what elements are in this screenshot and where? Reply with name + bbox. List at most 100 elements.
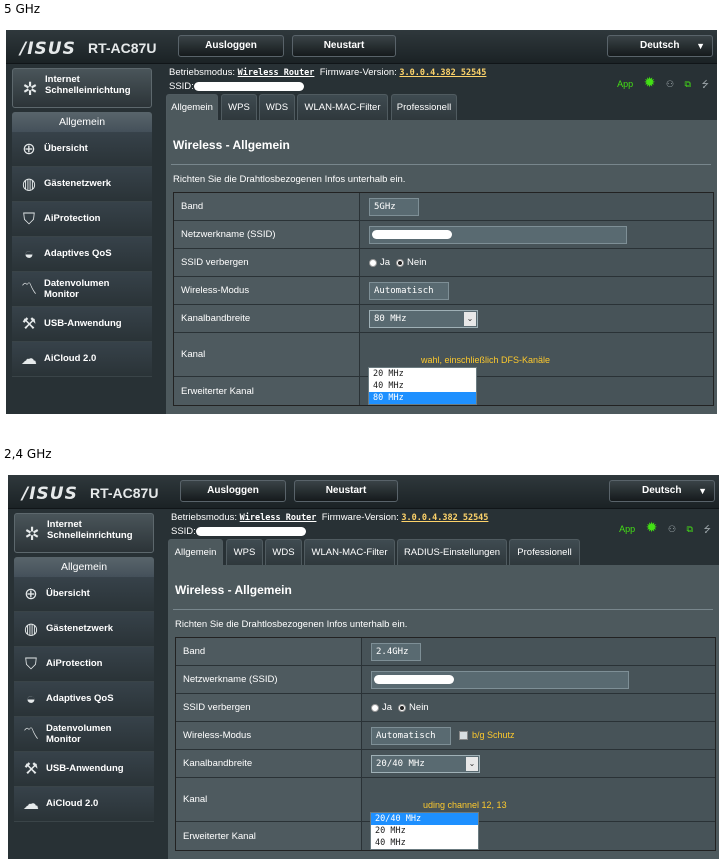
quick-internet-setup-button[interactable]: ✲ Internet Schnelleinrichtung xyxy=(14,513,154,553)
wand-icon: ✲ xyxy=(24,524,40,544)
tab-professionell[interactable]: Professionell xyxy=(509,539,580,565)
sidebar-item-aicloud[interactable]: ☁ AiCloud 2.0 xyxy=(14,787,154,822)
tab-professionell[interactable]: Professionell xyxy=(391,94,457,120)
nav-list: ⊕ Übersicht ◍ Gästenetzwerk ⛉ AiProtection … xyxy=(14,577,154,822)
router-info: Betriebsmodus: Wireless Router Firmware-… xyxy=(169,66,486,93)
chevron-down-icon[interactable]: ⌄ xyxy=(466,756,478,771)
dropdown-option[interactable]: 40 MHz xyxy=(371,837,478,849)
dropdown-option[interactable]: 20/40 MHz xyxy=(371,813,478,825)
row-bandwidth: Kanalbandbreite 80 MHz ⌄ xyxy=(174,305,713,333)
users-icon[interactable]: ⚇ xyxy=(668,524,676,534)
map-icon: ⊕ xyxy=(22,141,36,158)
hide-ssid-yes-radio[interactable] xyxy=(371,703,379,712)
dropdown-option[interactable]: 40 MHz xyxy=(369,380,476,392)
app-link[interactable]: App xyxy=(619,524,635,534)
sidebar-item-traffic-monitor[interactable]: 〽 Datenvolumen Monitor xyxy=(14,717,154,752)
bg-protection-checkbox[interactable] xyxy=(459,730,468,740)
dropdown-option[interactable]: 80 MHz xyxy=(369,392,476,404)
usb-status-icon[interactable]: ⭍ xyxy=(702,79,710,89)
sidebar-item-adaptive-qos[interactable]: ◒ Adaptives QoS xyxy=(14,682,154,717)
bandwidth-select[interactable]: 80 MHz ⌄ xyxy=(369,309,478,328)
ssid-label: SSID: xyxy=(169,81,194,92)
network-icon[interactable]: ⧉ xyxy=(687,524,693,534)
users-icon[interactable]: ⚇ xyxy=(666,79,674,89)
divider xyxy=(171,164,711,165)
sidebar-item-usb-application[interactable]: ⚒ USB-Anwendung xyxy=(12,307,152,342)
tab-allgemein[interactable]: Allgemein xyxy=(168,539,223,565)
band-value: 5GHz xyxy=(369,197,419,216)
sidebar-item-usb-application[interactable]: ⚒ USB-Anwendung xyxy=(14,752,154,787)
tab-allgemein[interactable]: Allgemein xyxy=(166,94,218,120)
hide-ssid-no-label: Nein xyxy=(409,702,429,713)
gear-icon[interactable]: ✹ xyxy=(646,519,658,535)
top-bar: /ISUS RT-AC87U Ausloggen Neustart Deutsc… xyxy=(8,475,719,509)
tab-wlan-mac-filter[interactable]: WLAN-MAC-Filter xyxy=(297,94,388,120)
hide-ssid-no-radio[interactable] xyxy=(396,258,405,267)
tab-wps[interactable]: WPS xyxy=(226,539,263,565)
firmware-link[interactable]: 3.0.0.4.382_52545 xyxy=(401,513,488,523)
sidebar-item-label: Datenvolumen Monitor xyxy=(44,278,110,300)
firmware-label: Firmware-Version: xyxy=(321,512,399,523)
dropdown-option[interactable]: 20 MHz xyxy=(369,368,476,380)
hide-ssid-no-label: Nein xyxy=(407,257,427,268)
sidebar-item-overview[interactable]: ⊕ Übersicht xyxy=(14,577,154,612)
sidebar-item-traffic-monitor[interactable]: 〽 Datenvolumen Monitor xyxy=(12,272,152,307)
sidebar-item-guest-network[interactable]: ◍ Gästenetzwerk xyxy=(12,167,152,202)
ssid-input[interactable] xyxy=(369,225,627,244)
sidebar-item-aicloud[interactable]: ☁ AiCloud 2.0 xyxy=(12,342,152,377)
sidebar-item-aiprotection[interactable]: ⛉ AiProtection xyxy=(14,647,154,682)
sidebar-item-label: Adaptives QoS xyxy=(44,248,112,259)
language-select[interactable]: Deutsch ▼ xyxy=(607,35,713,57)
wireless-mode-select[interactable]: Automatisch xyxy=(371,726,451,745)
op-mode-label: Betriebsmodus: xyxy=(171,512,238,523)
extension-channel-label: Erweiterter Kanal xyxy=(176,822,362,850)
bandwidth-value: 20/40 MHz xyxy=(376,758,425,769)
sidebar-item-aiprotection[interactable]: ⛉ AiProtection xyxy=(12,202,152,237)
sidebar-item-label: Übersicht xyxy=(44,143,88,154)
op-mode-link[interactable]: Wireless Router xyxy=(238,68,315,78)
firmware-link[interactable]: 3.0.0.4.382_52545 xyxy=(399,68,486,78)
tab-wlan-mac-filter[interactable]: WLAN-MAC-Filter xyxy=(304,539,395,565)
chevron-down-icon[interactable]: ⌄ xyxy=(464,311,476,326)
hide-ssid-yes-label: Ja xyxy=(382,702,393,713)
page-title: Wireless - Allgemein xyxy=(173,138,290,152)
usb-status-icon[interactable]: ⭍ xyxy=(704,524,712,534)
channel-note: wahl, einschließlich DFS-Kanäle xyxy=(421,355,551,365)
bandwidth-dropdown-list: 20/40 MHz 20 MHz 40 MHz xyxy=(370,812,479,850)
bandwidth-select[interactable]: 20/40 MHz ⌄ xyxy=(371,754,480,773)
restart-button[interactable]: Neustart xyxy=(292,35,396,57)
gauge-icon: ◒ xyxy=(26,691,36,708)
hide-ssid-label: SSID verbergen xyxy=(176,694,362,721)
model-name: RT-AC87U xyxy=(90,485,159,501)
gear-icon[interactable]: ✹ xyxy=(644,74,656,90)
tab-radius-einstellungen[interactable]: RADIUS-Einstellungen xyxy=(397,539,507,565)
wireless-mode-label: Wireless-Modus xyxy=(174,277,360,304)
ssid-input[interactable] xyxy=(371,670,629,689)
wireless-mode-select[interactable]: Automatisch xyxy=(369,281,449,300)
network-icon[interactable]: ⧉ xyxy=(685,79,691,89)
hide-ssid-yes-label: Ja xyxy=(380,257,391,268)
ssid-field-label: Netzwerkname (SSID) xyxy=(176,666,362,693)
sidebar-item-label: AiCloud 2.0 xyxy=(46,798,99,809)
app-link[interactable]: App xyxy=(617,79,633,89)
language-select[interactable]: Deutsch ▼ xyxy=(609,480,715,502)
gauge-icon: ◒ xyxy=(24,246,34,263)
sidebar-item-overview[interactable]: ⊕ Übersicht xyxy=(12,132,152,167)
sidebar-item-adaptive-qos[interactable]: ◒ Adaptives QoS xyxy=(12,237,152,272)
tab-wps[interactable]: WPS xyxy=(221,94,257,120)
dropdown-option[interactable]: 20 MHz xyxy=(371,825,478,837)
sidebar-item-label: AiProtection xyxy=(46,658,103,669)
restart-button[interactable]: Neustart xyxy=(294,480,398,502)
sidebar-item-label: Datenvolumen Monitor xyxy=(46,723,112,745)
logout-button[interactable]: Ausloggen xyxy=(180,480,286,502)
bg-protection-option[interactable]: b/g Schutz xyxy=(451,730,515,741)
hide-ssid-no-radio[interactable] xyxy=(398,703,407,712)
op-mode-link[interactable]: Wireless Router xyxy=(240,513,317,523)
tab-wds[interactable]: WDS xyxy=(259,94,295,120)
sidebar-item-guest-network[interactable]: ◍ Gästenetzwerk xyxy=(14,612,154,647)
hide-ssid-yes-radio[interactable] xyxy=(369,258,377,267)
logout-button[interactable]: Ausloggen xyxy=(178,35,284,57)
chart-icon: 〽 xyxy=(22,726,39,743)
quick-internet-setup-button[interactable]: ✲ Internet Schnelleinrichtung xyxy=(12,68,152,108)
tab-wds[interactable]: WDS xyxy=(265,539,302,565)
